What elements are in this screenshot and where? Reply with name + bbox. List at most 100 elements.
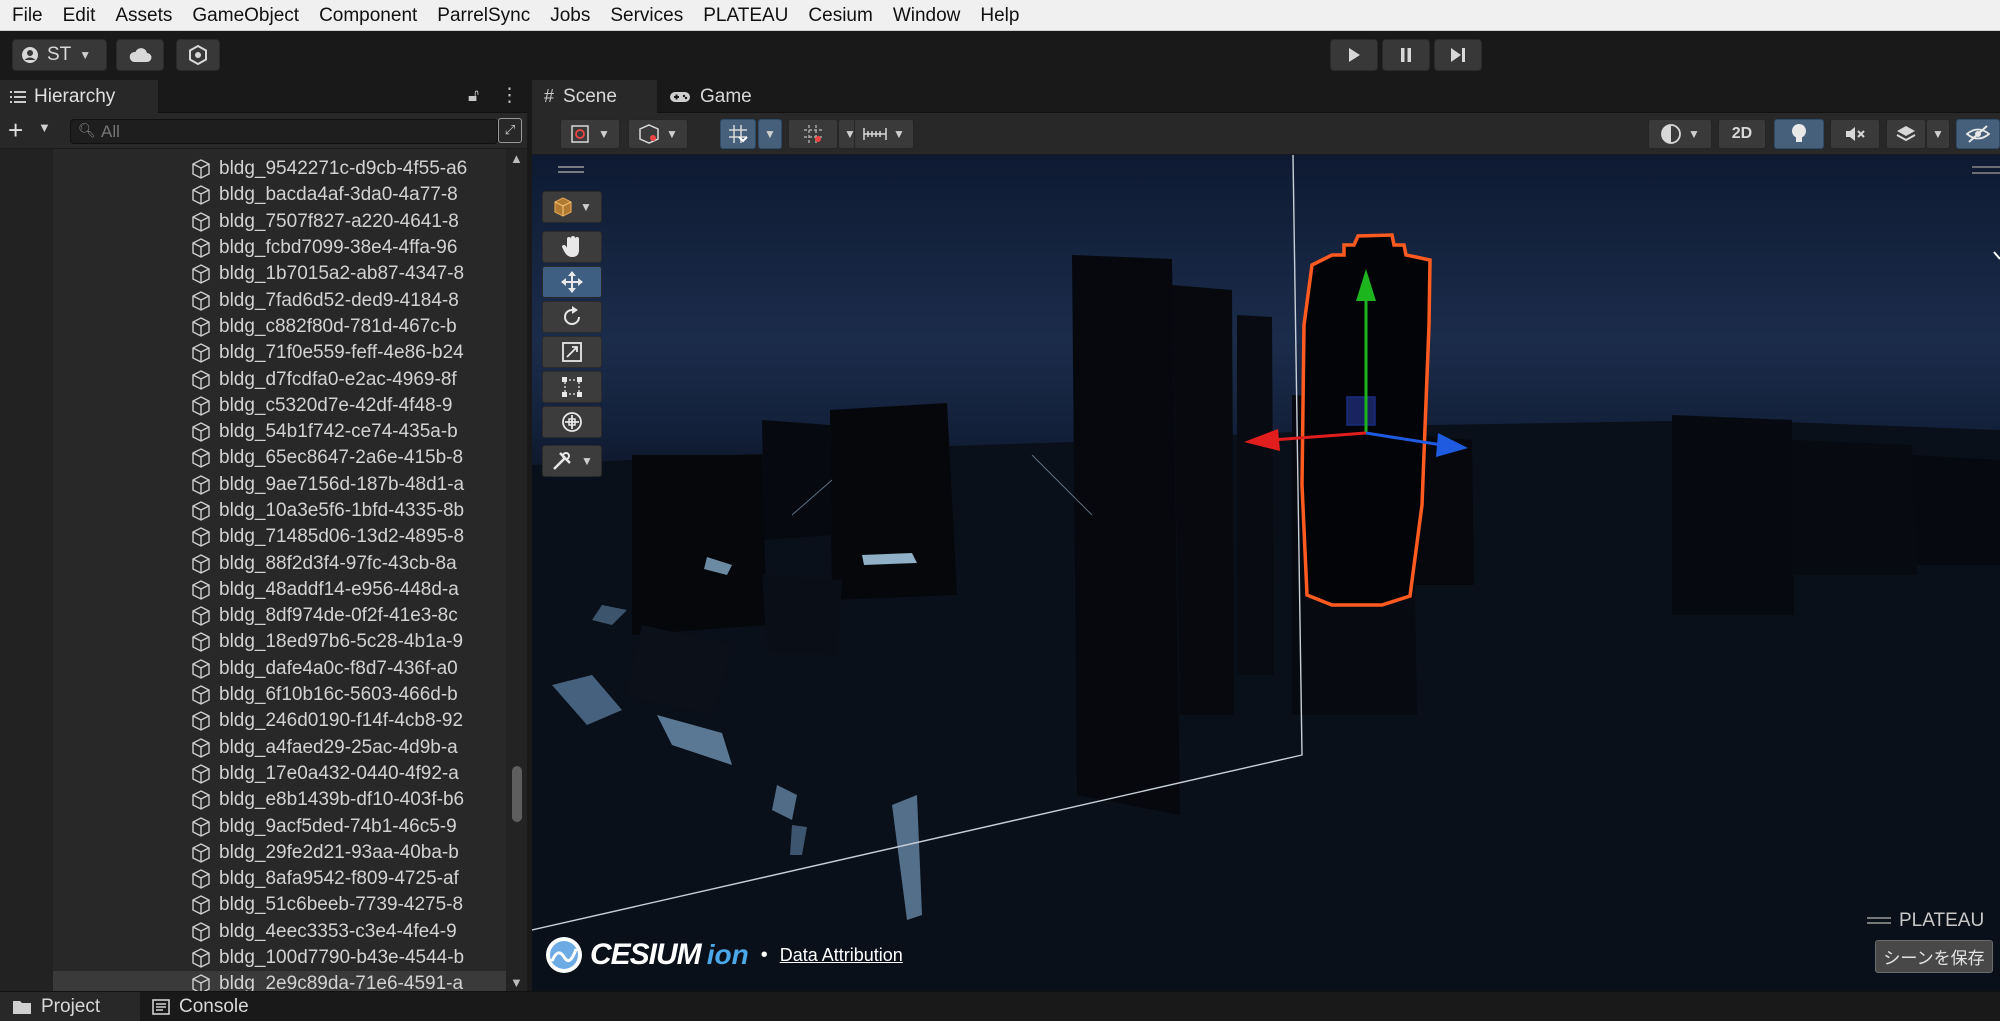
drag-handle-icon[interactable] (1867, 916, 1891, 926)
tab-scene[interactable]: # Scene (532, 80, 657, 113)
hierarchy-item[interactable]: bldg_54b1f742-ce74-435a-b (53, 419, 506, 445)
cube-icon (192, 869, 210, 889)
hierarchy-item[interactable]: bldg_8df974de-0f2f-41e3-8c (53, 603, 506, 629)
hierarchy-item[interactable]: bldg_6f10b16c-5603-466d-b (53, 682, 506, 708)
hierarchy-item[interactable]: bldg_246d0190-f14f-4cb8-92 (53, 708, 506, 734)
tab-console[interactable]: Console (140, 992, 290, 1021)
hierarchy-item[interactable]: bldg_17e0a432-0440-4f92-a (53, 761, 506, 787)
hierarchy-item[interactable]: bldg_c5320d7e-42df-4f48-9 (53, 393, 506, 419)
grid-toggle-button[interactable] (788, 119, 838, 149)
tab-project[interactable]: Project (0, 992, 140, 1021)
menu-plateau[interactable]: PLATEAU (695, 0, 800, 31)
fx-toggle-button[interactable] (1886, 119, 1926, 149)
hierarchy-item[interactable]: bldg_48addf14-e956-448d-a (53, 577, 506, 603)
hierarchy-item[interactable]: bldg_29fe2d21-93aa-40ba-b (53, 840, 506, 866)
cube-icon (192, 527, 210, 548)
hierarchy-item[interactable]: bldg_88f2d3f4-97fc-43cb-8a (53, 550, 506, 576)
hierarchy-item[interactable]: bldg_65ec8647-2a6e-415b-8 (53, 445, 506, 471)
hierarchy-item[interactable]: bldg_4eec3353-c3e4-4fe4-9 (53, 919, 506, 945)
cube-icon (192, 474, 210, 495)
lock-icon[interactable]: 🔓︎ (468, 86, 479, 106)
rotate-tool-button[interactable] (542, 301, 602, 333)
scroll-down-icon[interactable]: ▼ (510, 975, 523, 990)
transform-tool-button[interactable] (542, 406, 602, 438)
menu-assets[interactable]: Assets (107, 0, 184, 31)
increment-snap-dropdown[interactable]: ▼ (854, 119, 914, 149)
play-button[interactable] (1330, 39, 1378, 71)
drag-handle-icon[interactable] (556, 165, 586, 175)
tab-hierarchy[interactable]: Hierarchy (0, 80, 158, 113)
hierarchy-item[interactable]: bldg_7fad6d52-ded9-4184-8 (53, 287, 506, 313)
hierarchy-item[interactable]: bldg_d7fcdfa0-e2ac-4969-8f (53, 366, 506, 392)
hierarchy-item-label: bldg_4eec3353-c3e4-4fe4-9 (219, 920, 457, 942)
step-button[interactable] (1434, 39, 1482, 71)
scroll-thumb[interactable] (512, 766, 522, 822)
hierarchy-item[interactable]: bldg_71485d06-13d2-4895-8 (53, 524, 506, 550)
hierarchy-item[interactable]: bldg_fcbd7099-38e4-4ffa-96 (53, 235, 506, 261)
cloud-button[interactable] (116, 39, 164, 71)
hierarchy-item[interactable]: bldg_18ed97b6-5c28-4b1a-9 (53, 629, 506, 655)
account-button[interactable]: ST ▼ (12, 39, 107, 71)
render-mode-dropdown[interactable]: ▼ (628, 119, 688, 149)
hierarchy-item[interactable]: bldg_8afa9542-f809-4725-af (53, 866, 506, 892)
component-tools-dropdown[interactable]: ▼ (542, 191, 602, 223)
hierarchy-item[interactable]: bldg_a4faed29-25ac-4d9b-a (53, 735, 506, 761)
hierarchy-item[interactable]: bldg_9acf5ded-74b1-46c5-9 (53, 813, 506, 839)
cube-icon (192, 974, 210, 991)
hierarchy-item[interactable]: bldg_2e9c89da-71e6-4591-a (53, 971, 506, 991)
menu-jobs[interactable]: Jobs (542, 0, 602, 31)
menu-parrelsync[interactable]: ParrelSync (429, 0, 542, 31)
more-options-icon[interactable]: ⋮ (500, 84, 519, 107)
cube-icon (192, 369, 210, 390)
add-icon[interactable]: + (8, 116, 23, 144)
hierarchy-scrollbar[interactable]: ▲ ▼ (506, 149, 527, 991)
menu-gameobject[interactable]: GameObject (184, 0, 311, 31)
hierarchy-item[interactable]: bldg_71f0e559-feff-4e86-b24 (53, 340, 506, 366)
scroll-up-icon[interactable]: ▲ (510, 151, 523, 166)
cube-icon (192, 343, 210, 364)
save-scene-button[interactable]: シーンを保存 (1875, 940, 1993, 973)
menu-window[interactable]: Window (885, 0, 973, 31)
hierarchy-item[interactable]: bldg_9542271c-d9cb-4f55-a6 (53, 156, 506, 182)
hierarchy-item[interactable]: bldg_e8b1439b-df10-403f-b6 (53, 787, 506, 813)
toggle-2d-button[interactable]: 2D (1718, 119, 1766, 149)
hierarchy-item[interactable]: bldg_100d7790-b43e-4544-b (53, 945, 506, 971)
hand-tool-button[interactable] (542, 231, 602, 263)
grid-snap-button[interactable] (720, 119, 756, 149)
hierarchy-item[interactable]: bldg_bacda4af-3da0-4a77-8 (53, 182, 506, 208)
effects-dropdown[interactable]: ▼ (1648, 119, 1712, 149)
hierarchy-item[interactable]: bldg_1b7015a2-ab87-4347-8 (53, 261, 506, 287)
search-filter-icon[interactable]: ⤢ (498, 118, 522, 143)
pause-button[interactable] (1382, 39, 1430, 71)
data-attribution-link[interactable]: Data Attribution (780, 945, 903, 966)
draw-mode-dropdown[interactable]: ▼ (560, 119, 620, 149)
move-tool-button[interactable] (542, 266, 602, 298)
hierarchy-item[interactable]: bldg_dafe4a0c-f8d7-436f-a0 (53, 656, 506, 682)
chevron-down-icon[interactable]: ▼ (38, 120, 51, 135)
custom-tools-dropdown[interactable]: ▼ (542, 445, 602, 477)
collab-button[interactable] (176, 39, 220, 71)
rect-tool-button[interactable] (542, 371, 602, 403)
menu-cesium[interactable]: Cesium (800, 0, 884, 31)
grid-snap-dropdown[interactable]: ▼ (758, 119, 782, 149)
scene-viewport[interactable]: ▼ ▼ CESIUM ion • Data Attribution PLATEA… (532, 155, 2000, 991)
tab-game[interactable]: Game (657, 80, 772, 113)
hierarchy-item[interactable]: bldg_9ae7156d-187b-48d1-a (53, 472, 506, 498)
lighting-toggle-button[interactable] (1774, 119, 1824, 149)
hierarchy-item[interactable]: bldg_10a3e5f6-1bfd-4335-8b (53, 498, 506, 524)
hierarchy-item[interactable]: bldg_c882f80d-781d-467c-b (53, 314, 506, 340)
fx-dropdown[interactable]: ▼ (1926, 119, 1950, 149)
city-scene-render (532, 155, 2000, 991)
scale-tool-button[interactable] (542, 336, 602, 368)
audio-toggle-button[interactable] (1830, 119, 1880, 149)
scene-visibility-button[interactable] (1956, 119, 2000, 149)
menu-component[interactable]: Component (311, 0, 429, 31)
chevron-down-icon: ▼ (580, 200, 592, 214)
hierarchy-item[interactable]: bldg_51c6beeb-7739-4275-8 (53, 892, 506, 918)
menu-edit[interactable]: Edit (55, 0, 108, 31)
hierarchy-item[interactable]: bldg_7507f827-a220-4641-8 (53, 209, 506, 235)
menu-services[interactable]: Services (602, 0, 695, 31)
hierarchy-search-input[interactable] (70, 119, 498, 144)
menu-file[interactable]: File (4, 0, 55, 31)
menu-help[interactable]: Help (972, 0, 1031, 31)
